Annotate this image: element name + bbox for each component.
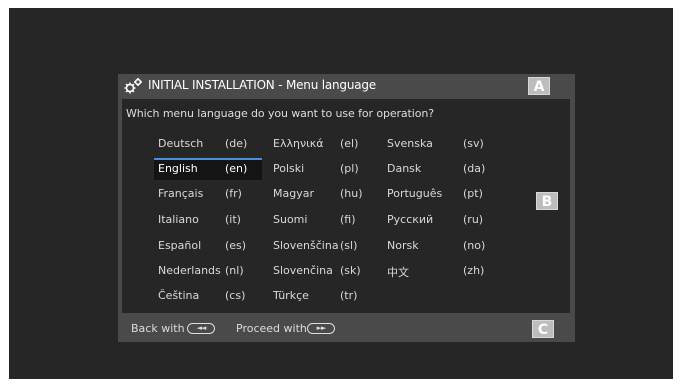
language-option-selected[interactable]: English (en) [154,158,262,180]
language-name: 中文 [387,266,409,279]
language-option[interactable]: Italiano (it) [154,209,262,231]
language-code: (da) [463,162,486,175]
language-code: (fr) [225,187,242,200]
language-name: English [158,162,198,175]
language-option[interactable]: Dansk (da) [383,158,491,180]
marker-c: C [532,320,554,338]
language-option[interactable]: Suomi (fi) [269,209,379,231]
language-code: (cs) [225,289,246,302]
language-option[interactable]: Čeština (cs) [154,285,262,307]
language-name: Türkçe [273,289,309,302]
language-name: Magyar [273,187,314,200]
language-option[interactable]: 中文 (zh) [383,260,491,282]
language-option[interactable]: Deutsch (de) [154,133,262,155]
language-option[interactable]: Português (pt) [383,183,491,205]
language-option[interactable]: Svenska (sv) [383,133,491,155]
language-name: Čeština [158,289,200,302]
language-name: Français [158,187,204,200]
language-code: (en) [225,162,248,175]
language-code: (ru) [463,213,484,226]
back-label: Back with [131,322,185,335]
language-code: (sk) [340,264,361,277]
language-name: Polski [273,162,305,175]
marker-a: A [528,77,550,95]
language-name: Dansk [387,162,422,175]
language-option[interactable]: Ελληνικά (el) [269,133,379,155]
language-name: Suomi [273,213,308,226]
language-code: (sl) [340,239,358,252]
footer-bar: Back with ◄◄ Proceed with ►► C [118,314,575,342]
marker-b: B [536,192,558,210]
language-option[interactable]: Русский (ru) [383,209,491,231]
language-name: Slovenščina [273,239,339,252]
language-name: Русский [387,213,434,226]
language-code: (nl) [225,264,244,277]
language-name: Norsk [387,239,419,252]
language-code: (it) [225,213,241,226]
language-name: Ελληνικά [273,137,324,150]
language-code: (hu) [340,187,363,200]
language-option[interactable]: Magyar (hu) [269,183,379,205]
language-option[interactable]: Türkçe (tr) [269,285,379,307]
language-name: Deutsch [158,137,204,150]
title-bar: INITIAL INSTALLATION - Menu language [118,74,575,98]
language-option[interactable]: Slovenčina (sk) [269,260,379,282]
question-text: Which menu language do you want to use f… [126,107,434,120]
language-code: (no) [463,239,486,252]
language-panel: Which menu language do you want to use f… [122,99,570,313]
proceed-label: Proceed with [236,322,307,335]
tv-screen: INITIAL INSTALLATION - Menu language A W… [9,8,673,379]
language-code: (fi) [340,213,356,226]
language-name: Svenska [387,137,433,150]
language-code: (pt) [463,187,483,200]
language-option[interactable]: Español (es) [154,235,262,257]
language-code: (pl) [340,162,359,175]
language-option[interactable]: Français (fr) [154,183,262,205]
language-code: (de) [225,137,248,150]
language-code: (tr) [340,289,358,302]
proceed-key-icon[interactable]: ►► [307,323,335,334]
installation-dialog: INITIAL INSTALLATION - Menu language A W… [118,74,575,342]
language-code: (zh) [463,264,485,277]
language-name: Português [387,187,443,200]
language-code: (es) [225,239,247,252]
language-option[interactable]: Nederlands (nl) [154,260,262,282]
language-option[interactable]: Slovenščina (sl) [269,235,379,257]
language-name: Nederlands [158,264,221,277]
language-name: Español [158,239,202,252]
language-code: (sv) [463,137,484,150]
language-code: (el) [340,137,359,150]
language-option[interactable]: Polski (pl) [269,158,379,180]
language-name: Slovenčina [273,264,333,277]
dialog-title: INITIAL INSTALLATION - Menu language [148,78,376,92]
language-option[interactable]: Norsk (no) [383,235,491,257]
back-key-icon[interactable]: ◄◄ [187,323,215,334]
gear-icon [124,78,142,94]
language-name: Italiano [158,213,199,226]
